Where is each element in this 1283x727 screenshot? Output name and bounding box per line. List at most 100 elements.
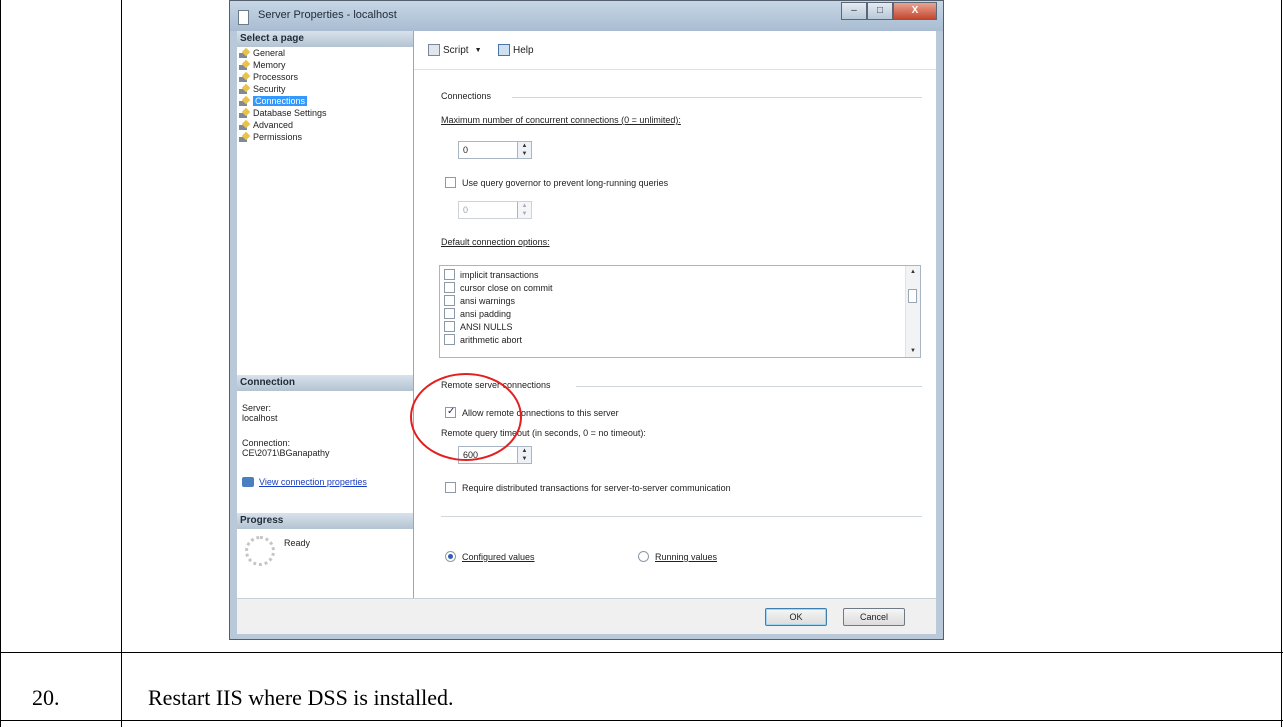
page-list: General Memory Processors Security Conne… xyxy=(239,47,327,143)
connection-info: Connection: CE\2071\BGanapathy xyxy=(242,438,330,458)
progress-spinner-icon xyxy=(245,536,275,566)
page-icon xyxy=(239,73,250,82)
option-checkbox[interactable] xyxy=(444,269,455,280)
option-checkbox[interactable] xyxy=(444,282,455,293)
list-item[interactable]: ansi warnings xyxy=(444,294,515,307)
page-item-connections[interactable]: Connections xyxy=(239,95,327,107)
spin-arrows-icon[interactable]: ▲ ▼ xyxy=(517,142,531,158)
list-item[interactable]: implicit transactions xyxy=(444,268,539,281)
maximize-button[interactable]: □ xyxy=(867,2,893,20)
page-label: Memory xyxy=(253,60,286,70)
script-button[interactable]: Script ▼ xyxy=(428,44,488,56)
dialog-client-area: Select a page General Memory Processors … xyxy=(237,31,936,634)
option-checkbox[interactable] xyxy=(444,334,455,345)
step-number: 20. xyxy=(32,685,60,710)
option-label: arithmetic abort xyxy=(460,334,523,345)
query-governor-checkbox[interactable] xyxy=(445,177,456,188)
connection-value: CE\2071\BGanapathy xyxy=(242,448,330,458)
running-values-radio[interactable] xyxy=(638,551,649,562)
cancel-button[interactable]: Cancel xyxy=(843,608,905,626)
query-governor-stepper: 0 ▲ ▼ xyxy=(458,201,532,219)
left-panel: Select a page General Memory Processors … xyxy=(237,31,414,598)
require-distributed-checkbox[interactable] xyxy=(445,482,456,493)
default-options-list[interactable]: implicit transactions cursor close on co… xyxy=(439,265,921,358)
connection-label: Connection: xyxy=(242,438,291,448)
title-bar[interactable]: Server Properties - localhost – □ X xyxy=(230,1,943,31)
option-checkbox[interactable] xyxy=(444,321,455,332)
page-item-database-settings[interactable]: Database Settings xyxy=(239,107,327,119)
page-item-processors[interactable]: Processors xyxy=(239,71,327,83)
script-label: Script xyxy=(443,44,469,56)
server-properties-dialog: Server Properties - localhost – □ X Sele… xyxy=(229,0,944,640)
help-icon xyxy=(498,44,510,56)
spin-arrows-icon[interactable]: ▲ ▼ xyxy=(517,447,531,463)
page-label: Database Settings xyxy=(253,108,327,118)
page-label: Advanced xyxy=(253,120,294,130)
view-connection-properties[interactable]: View connection properties xyxy=(242,477,367,487)
page-icon xyxy=(239,109,250,118)
option-checkbox[interactable] xyxy=(444,308,455,319)
list-item[interactable]: cursor close on commit xyxy=(444,281,553,294)
progress-status: Ready xyxy=(284,538,311,548)
page-label: General xyxy=(253,48,286,58)
page-item-general[interactable]: General xyxy=(239,47,327,59)
max-connections-value: 0 xyxy=(463,145,469,155)
table-border-bottom xyxy=(0,720,1283,721)
page-icon xyxy=(239,85,250,94)
page-label: Security xyxy=(253,84,286,94)
section-divider xyxy=(576,386,922,387)
page-label: Processors xyxy=(253,72,299,82)
ok-button[interactable]: OK xyxy=(765,608,827,626)
window-title: Server Properties - localhost xyxy=(258,9,397,21)
page-icon xyxy=(239,61,250,70)
page-item-permissions[interactable]: Permissions xyxy=(239,131,327,143)
table-column-divider xyxy=(121,0,122,727)
table-row-divider xyxy=(0,652,1283,653)
toolbar: Script ▼ Help xyxy=(414,31,936,70)
window-icon xyxy=(238,10,249,25)
server-label: Server: xyxy=(242,403,272,413)
page-icon xyxy=(239,97,250,106)
list-item[interactable]: ansi padding xyxy=(444,307,511,320)
option-checkbox[interactable] xyxy=(444,295,455,306)
chevron-down-icon[interactable]: ▼ xyxy=(475,47,482,54)
scroll-down-icon[interactable]: ▼ xyxy=(906,345,920,357)
option-label: cursor close on commit xyxy=(460,282,553,293)
view-connection-link[interactable]: View connection properties xyxy=(259,477,367,487)
page-icon xyxy=(239,133,250,142)
window-controls: – □ X xyxy=(841,2,937,21)
close-button[interactable]: X xyxy=(893,2,937,20)
query-governor-value: 0 xyxy=(463,205,469,215)
page-icon xyxy=(239,49,250,58)
connections-section-title: Connections xyxy=(441,91,492,101)
max-connections-stepper[interactable]: 0 ▲ ▼ xyxy=(458,141,532,159)
option-label: ANSI NULLS xyxy=(460,321,513,332)
max-connections-label: Maximum number of concurrent connections… xyxy=(441,115,681,125)
list-item[interactable]: ANSI NULLS xyxy=(444,320,513,333)
option-label: ansi padding xyxy=(460,308,512,319)
annotation-circle xyxy=(410,373,522,461)
option-label: ansi warnings xyxy=(460,295,516,306)
dialog-button-bar: OK Cancel xyxy=(237,598,936,634)
scroll-thumb[interactable] xyxy=(908,289,917,303)
help-button[interactable]: Help xyxy=(498,44,534,56)
connection-header: Connection xyxy=(237,375,413,391)
configured-values-label: Configured values xyxy=(462,552,535,562)
table-border-left xyxy=(0,0,1,727)
scroll-up-icon[interactable]: ▲ xyxy=(906,266,920,278)
list-item[interactable]: arithmetic abort xyxy=(444,333,522,346)
page-label: Connections xyxy=(253,96,308,106)
progress-header: Progress xyxy=(237,513,413,529)
options-scrollbar[interactable]: ▲ ▼ xyxy=(905,266,920,357)
configured-values-radio[interactable] xyxy=(445,551,456,562)
page-item-security[interactable]: Security xyxy=(239,83,327,95)
spin-arrows-icon: ▲ ▼ xyxy=(517,202,531,218)
page-item-memory[interactable]: Memory xyxy=(239,59,327,71)
help-label: Help xyxy=(513,44,534,56)
server-value: localhost xyxy=(242,413,278,423)
require-distributed-label: Require distributed transactions for ser… xyxy=(462,483,731,493)
minimize-button[interactable]: – xyxy=(841,2,867,20)
right-panel: Script ▼ Help Connections Maximum number… xyxy=(414,31,936,598)
page-item-advanced[interactable]: Advanced xyxy=(239,119,327,131)
section-divider xyxy=(512,97,922,98)
